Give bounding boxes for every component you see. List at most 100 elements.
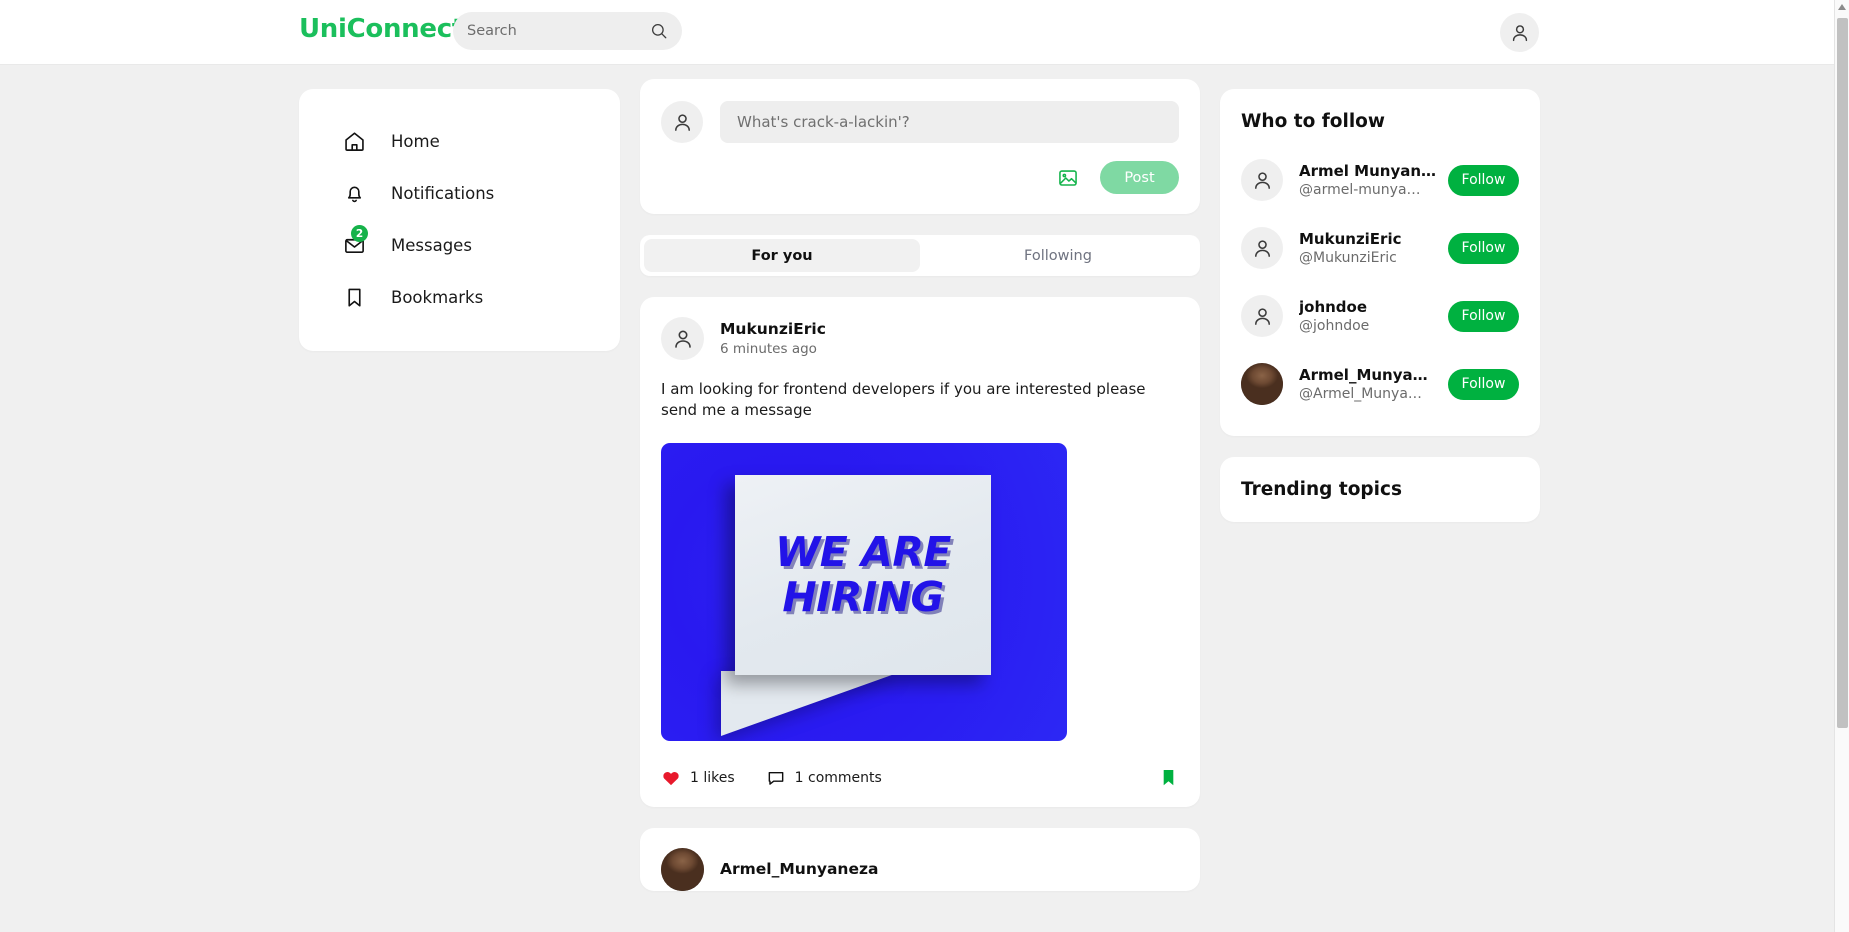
follow-suggestion-row: johndoe @johndoe Follow — [1241, 282, 1519, 350]
post-attached-image[interactable]: WE ARE HIRING — [661, 442, 1067, 741]
sidebar-item-bookmarks[interactable]: Bookmarks — [299, 271, 620, 323]
suggestion-handle: @armel-munya… — [1299, 182, 1421, 198]
trending-topics-title: Trending topics — [1241, 479, 1402, 500]
follow-suggestion-row: Armel Munyaneza @armel-munya… Follow — [1241, 146, 1519, 214]
right-rail: Who to follow Armel Munyaneza @armel-mun… — [1220, 89, 1540, 543]
speech-bubble-tail — [721, 670, 903, 736]
suggestion-avatar[interactable] — [1241, 227, 1283, 269]
like-action[interactable]: 1 likes — [661, 768, 735, 788]
post-actions: 1 likes 1 comments — [661, 749, 1179, 807]
who-to-follow-title: Who to follow — [1241, 111, 1385, 132]
trending-topics-card: Trending topics — [1220, 457, 1540, 522]
follow-button[interactable]: Follow — [1448, 232, 1519, 264]
header-user-avatar[interactable] — [1500, 13, 1539, 52]
post-author-name[interactable]: Armel_Munyaneza — [720, 860, 878, 878]
image-icon[interactable] — [1056, 166, 1079, 189]
bell-icon — [341, 180, 367, 206]
sidebar-item-home[interactable]: Home — [299, 115, 620, 167]
speech-bubble: WE ARE HIRING — [735, 474, 991, 675]
who-to-follow-card: Who to follow Armel Munyaneza @armel-mun… — [1220, 89, 1540, 436]
feed-tabs: For you Following — [640, 235, 1200, 276]
suggestion-info: MukunziEric @MukunziEric — [1299, 230, 1448, 266]
like-count-label: 1 likes — [690, 769, 735, 786]
page-scrollbar[interactable] — [1834, 0, 1849, 932]
post-author-avatar[interactable] — [661, 847, 704, 891]
post-author-name[interactable]: MukunziEric — [720, 320, 826, 338]
suggestion-info: Armel_Munyan… @Armel_Munya… — [1299, 366, 1448, 402]
suggestion-avatar[interactable] — [1241, 295, 1283, 337]
suggestion-name: johndoe — [1299, 298, 1368, 316]
search-box[interactable] — [453, 12, 682, 50]
search-icon[interactable] — [650, 22, 668, 40]
hiring-line-1: WE ARE — [775, 527, 951, 576]
user-avatar-icon — [1254, 307, 1270, 325]
post-author-avatar[interactable] — [661, 317, 704, 360]
comment-action[interactable]: 1 comments — [766, 768, 882, 788]
bookmark-icon — [341, 284, 367, 310]
comment-icon — [768, 771, 784, 785]
sidebar-item-notifications[interactable]: Notifications — [299, 167, 620, 219]
top-header: UniConnect — [0, 0, 1834, 65]
avatar-photo — [661, 847, 704, 891]
suggestion-name: Armel Munyaneza — [1299, 162, 1437, 180]
tab-following[interactable]: Following — [920, 239, 1196, 272]
suggestion-handle: @MukunziEric — [1299, 250, 1397, 266]
left-sidebar: Home Notifications 2 Messages Bookmarks — [299, 89, 620, 351]
sidebar-item-label: Home — [391, 131, 440, 151]
follow-button[interactable]: Follow — [1448, 300, 1519, 332]
user-avatar-icon — [1254, 239, 1270, 257]
bookmark-icon — [1163, 770, 1174, 786]
composer-input[interactable] — [720, 101, 1179, 143]
comment-count-label: 1 comments — [794, 769, 882, 786]
sidebar-item-label: Notifications — [391, 183, 495, 203]
post-card: Armel_Munyaneza — [640, 827, 1200, 891]
post-timestamp: 6 minutes ago — [720, 341, 817, 357]
post-button[interactable]: Post — [1100, 161, 1179, 194]
composer-actions: Post — [661, 161, 1179, 194]
post-bookmark-button[interactable] — [1158, 767, 1179, 788]
avatar-photo — [1241, 363, 1283, 405]
follow-button[interactable]: Follow — [1448, 368, 1519, 400]
composer-row — [661, 101, 1179, 143]
suggestion-avatar[interactable] — [1241, 363, 1283, 405]
suggestion-handle: @johndoe — [1299, 318, 1370, 334]
suggestion-handle: @Armel_Munya… — [1299, 386, 1422, 402]
hiring-graphic-text: WE ARE HIRING — [735, 475, 991, 675]
home-icon — [341, 128, 367, 154]
page-content: Home Notifications 2 Messages Bookmarks … — [0, 65, 1834, 932]
suggestion-name: MukunziEric — [1299, 230, 1402, 248]
composer-avatar — [661, 101, 703, 143]
sidebar-item-label: Messages — [391, 235, 472, 255]
suggestion-info: Armel Munyaneza @armel-munya… — [1299, 162, 1448, 198]
app-root: UniConnect Search Home Notifications 2 M… — [0, 0, 1849, 932]
sidebar-item-messages[interactable]: 2 Messages — [299, 219, 620, 271]
suggestion-avatar[interactable] — [1241, 159, 1283, 201]
app-logo[interactable]: UniConnect — [299, 14, 464, 44]
heart-icon — [663, 771, 679, 785]
tab-for-you[interactable]: For you — [644, 239, 920, 272]
post-body-text: I am looking for frontend developers if … — [661, 380, 1146, 420]
search-input[interactable] — [467, 23, 650, 39]
user-avatar-icon — [1254, 171, 1270, 189]
envelope-icon: 2 — [341, 225, 368, 258]
sidebar-item-label: Bookmarks — [391, 287, 484, 307]
hiring-line-2: HIRING — [782, 572, 944, 621]
post-meta: MukunziEric 6 minutes ago — [720, 320, 826, 357]
suggestion-name: Armel_Munyan… — [1299, 366, 1437, 384]
center-feed: Post For you Following — [640, 79, 1200, 912]
post-header: Armel_Munyaneza — [661, 847, 1179, 891]
suggestion-info: johndoe @johndoe — [1299, 298, 1448, 334]
post-composer: Post — [640, 79, 1200, 214]
user-avatar-icon — [1512, 24, 1527, 41]
user-avatar-icon — [674, 113, 690, 131]
user-avatar-icon — [674, 330, 691, 348]
post-card: MukunziEric 6 minutes ago I am looking f… — [640, 297, 1200, 807]
scrollbar-thumb[interactable] — [1837, 18, 1848, 728]
follow-suggestion-row: MukunziEric @MukunziEric Follow — [1241, 214, 1519, 282]
post-meta: Armel_Munyaneza — [720, 860, 878, 878]
messages-badge: 2 — [351, 225, 368, 242]
scroll-up-arrow-icon[interactable] — [1838, 4, 1846, 10]
follow-suggestion-row: Armel_Munyan… @Armel_Munya… Follow — [1241, 350, 1519, 418]
follow-button[interactable]: Follow — [1448, 164, 1519, 196]
post-header: MukunziEric 6 minutes ago — [661, 317, 1179, 360]
